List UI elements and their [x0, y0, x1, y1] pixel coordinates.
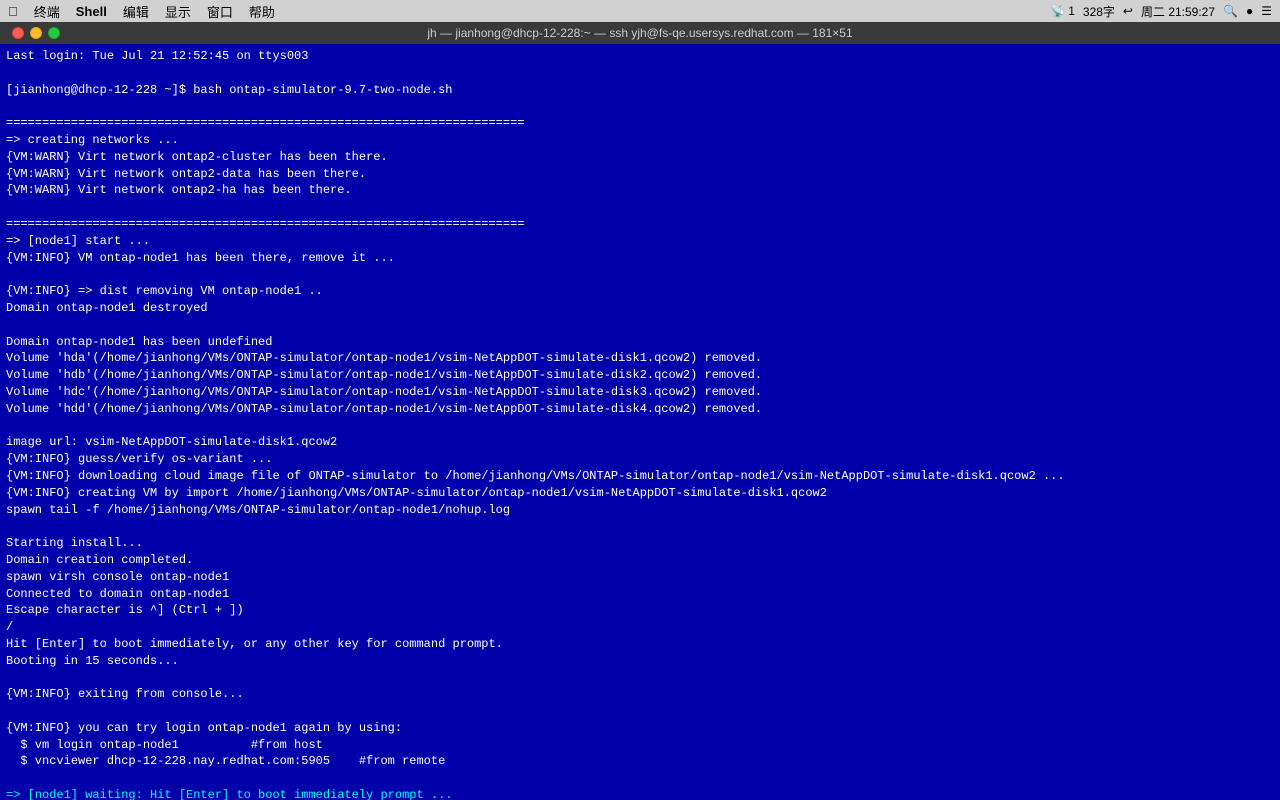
- control-center-icon[interactable]: ☰: [1261, 4, 1272, 18]
- battery-info: 328字: [1083, 3, 1115, 20]
- titlebar: jh — jianhong@dhcp-12-228:~ — ssh yjh@fs…: [0, 22, 1280, 44]
- menu-window[interactable]: 窗口: [207, 2, 233, 21]
- menu-help[interactable]: 帮助: [249, 2, 275, 21]
- minimize-button[interactable]: [30, 27, 42, 39]
- close-button[interactable]: [12, 27, 24, 39]
- terminal-area[interactable]: Last login: Tue Jul 21 12:52:45 on ttys0…: [0, 44, 1280, 800]
- menubar-left:  终端 Shell 编辑 显示 窗口 帮助: [8, 2, 275, 21]
- traffic-lights: [12, 27, 60, 39]
- search-icon[interactable]: 🔍: [1223, 4, 1238, 18]
- wifi-icon: ↩: [1123, 4, 1133, 18]
- terminal-output: Last login: Tue Jul 21 12:52:45 on ttys0…: [6, 48, 1274, 800]
- separator1: ========================================…: [6, 116, 1065, 768]
- waiting-line1: => [node1] waiting: Hit [Enter] to boot …: [6, 788, 452, 800]
- wechat-icon: 📡 1: [1050, 4, 1075, 18]
- menu-display[interactable]: 显示: [165, 2, 191, 21]
- menubar:  终端 Shell 编辑 显示 窗口 帮助 📡 1 328字 ↩ 周二 21:…: [0, 0, 1280, 22]
- menu-shell[interactable]: Shell: [76, 4, 107, 19]
- menubar-right: 📡 1 328字 ↩ 周二 21:59:27 🔍 ● ☰: [1050, 3, 1272, 20]
- clock: 周二 21:59:27: [1141, 3, 1215, 20]
- menu-edit[interactable]: 编辑: [123, 2, 149, 21]
- window-title: jh — jianhong@dhcp-12-228:~ — ssh yjh@fs…: [427, 26, 852, 40]
- menu-terminal[interactable]: 终端: [34, 2, 60, 21]
- maximize-button[interactable]: [48, 27, 60, 39]
- apple-menu[interactable]: : [8, 4, 18, 19]
- siri-icon[interactable]: ●: [1246, 4, 1253, 18]
